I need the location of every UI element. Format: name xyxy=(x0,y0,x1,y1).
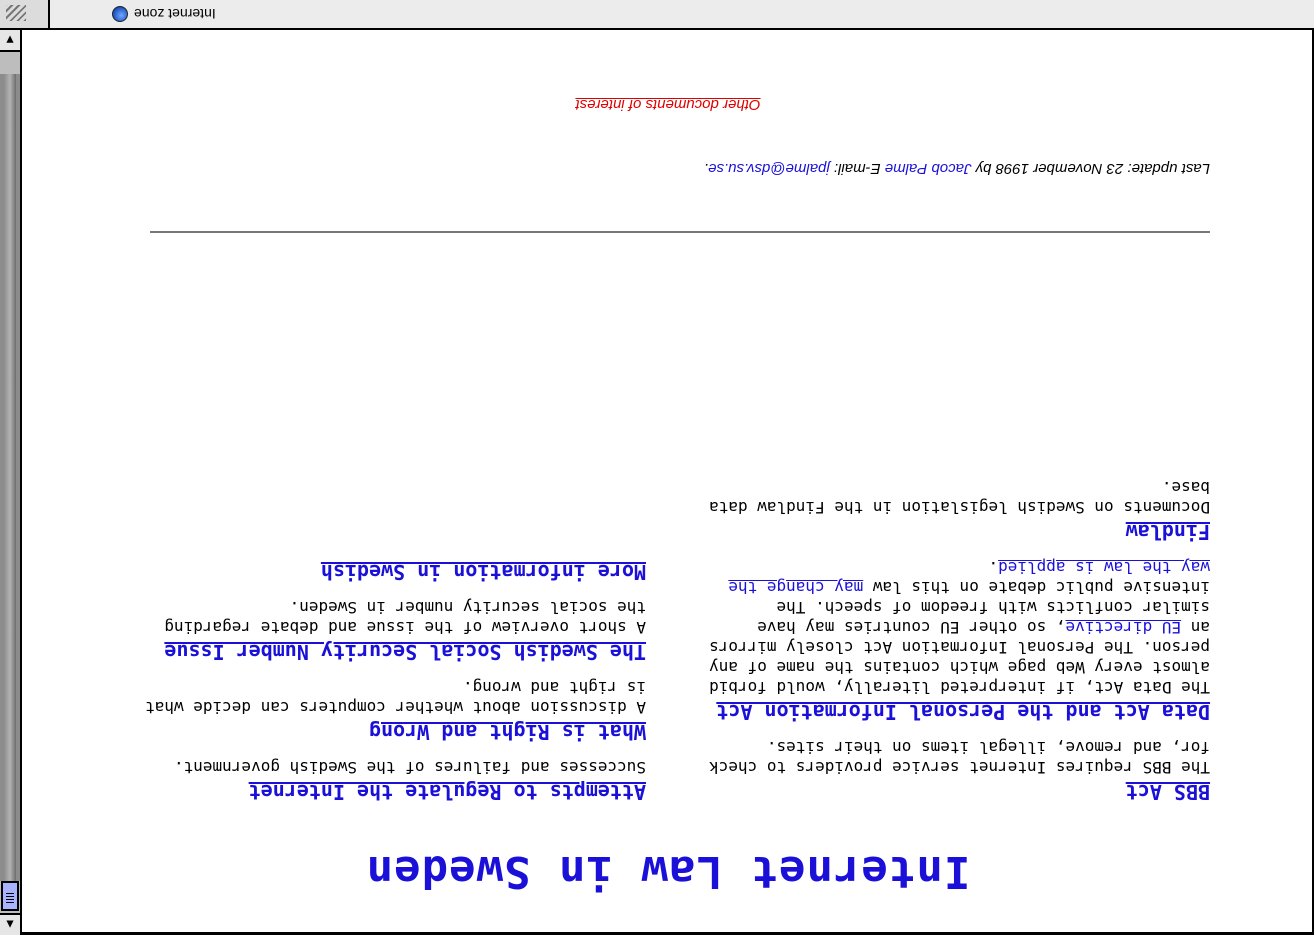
email-label: E-mail: xyxy=(829,160,885,177)
item-description: A discussion about whether computers can… xyxy=(145,678,646,717)
zone-label: Internet zone xyxy=(134,6,216,22)
security-zone: Internet zone xyxy=(112,6,216,22)
browser-window: Internet Law in Sweden BBS Act The BBS r… xyxy=(0,0,1314,935)
resize-handle[interactable] xyxy=(0,0,50,30)
scroll-up-arrow-icon[interactable]: ▲ xyxy=(0,913,20,935)
other-documents-link[interactable]: Other documents of interest xyxy=(575,96,760,113)
link-right-wrong[interactable]: What is Right and Wrong xyxy=(369,720,646,744)
right-column: Attempts to Regulate the Internet Succes… xyxy=(126,547,646,804)
divider xyxy=(150,231,1210,233)
globe-icon xyxy=(112,6,128,22)
scroll-thumb[interactable] xyxy=(1,881,19,911)
item-description: Successes and failures of the Swedish go… xyxy=(173,758,646,777)
scroll-track[interactable] xyxy=(0,74,20,881)
list-item: What is Right and Wrong A discussion abo… xyxy=(126,677,646,744)
email-link[interactable]: jpalme@dsv.su.se xyxy=(708,160,830,177)
scroll-down-arrow-icon[interactable]: ▼ xyxy=(0,30,20,52)
last-update: Last update: 23 November 1998 by Jacob P… xyxy=(704,160,1210,177)
list-item: BBS Act The BBS requires Internet servic… xyxy=(690,737,1210,804)
list-item: More information in Swedish xyxy=(126,560,646,584)
item-description: A short overview of the issue and debate… xyxy=(164,598,646,637)
list-item: Attempts to Regulate the Internet Succes… xyxy=(126,757,646,804)
email-suffix: . xyxy=(703,160,709,177)
item-description: The Data Act, if interpreted literally, … xyxy=(690,557,1210,697)
item-description: Documents on Swedish legislation in the … xyxy=(709,478,1210,517)
page-title: Internet Law in Sweden xyxy=(365,846,971,897)
desc-text: . xyxy=(988,558,999,577)
link-more-swedish[interactable]: More information in Swedish xyxy=(321,560,646,584)
left-column: BBS Act The BBS requires Internet servic… xyxy=(690,463,1210,804)
item-description: The BBS requires Internet service provid… xyxy=(709,738,1210,777)
list-item: The Swedish Social Security Number Issue… xyxy=(126,597,646,664)
link-bbs-act[interactable]: BBS Act xyxy=(1126,780,1210,804)
other-documents: Other documents of interest xyxy=(22,96,1314,113)
update-text: Last update: 23 November 1998 by xyxy=(971,160,1210,177)
author-link[interactable]: Jacob Palme xyxy=(885,160,972,177)
page-content: Internet Law in Sweden BBS Act The BBS r… xyxy=(22,30,1314,935)
list-item: Data Act and the Personal Information Ac… xyxy=(690,557,1210,724)
link-attempts-regulate[interactable]: Attempts to Regulate the Internet xyxy=(249,780,646,804)
link-data-act[interactable]: Data Act and the Personal Information Ac… xyxy=(716,700,1210,724)
grip-icon xyxy=(6,5,26,21)
list-item: Findlaw Documents on Swedish legislation… xyxy=(690,477,1210,544)
link-eu-directive[interactable]: EU directive xyxy=(1066,618,1182,637)
link-social-security[interactable]: The Swedish Social Security Number Issue xyxy=(164,640,646,664)
status-bar: Internet zone xyxy=(50,0,1314,30)
vertical-scrollbar[interactable]: ▲ ▼ xyxy=(0,30,22,935)
link-findlaw[interactable]: Findlaw xyxy=(1126,520,1210,544)
